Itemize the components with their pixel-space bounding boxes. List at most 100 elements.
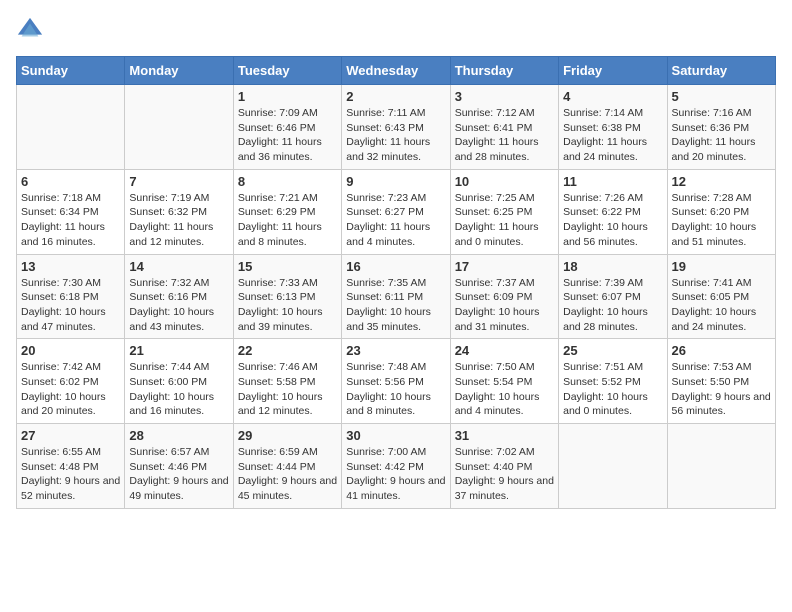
calendar-cell: 25 Sunrise: 7:51 AM Sunset: 5:52 PM Dayli… <box>559 339 667 424</box>
calendar-cell: 1 Sunrise: 7:09 AM Sunset: 6:46 PM Daylig… <box>233 85 341 170</box>
day-number: 5 <box>672 89 771 104</box>
day-info: Sunrise: 6:59 AM Sunset: 4:44 PM Dayligh… <box>238 445 337 504</box>
calendar-cell: 11Sunrise: 7:26 AM Sunset: 6:22 PM Dayli… <box>559 169 667 254</box>
header-sunday: Sunday <box>17 57 125 85</box>
day-info: Sunrise: 7:35 AM Sunset: 6:11 PM Dayligh… <box>346 276 445 335</box>
day-info: Sunrise: 7:32 AM Sunset: 6:16 PM Dayligh… <box>129 276 228 335</box>
day-info: Sunrise: 7:00 AM Sunset: 4:42 PM Dayligh… <box>346 445 445 504</box>
calendar-cell: 17Sunrise: 7:37 AM Sunset: 6:09 PM Dayli… <box>450 254 558 339</box>
calendar-cell: 10 Sunrise: 7:25 AM Sunset: 6:25 PM Dayli… <box>450 169 558 254</box>
day-info: Sunrise: 7:19 AM Sunset: 6:32 PM Dayligh… <box>129 191 228 250</box>
day-number: 28 <box>129 428 228 443</box>
calendar-header-row: SundayMondayTuesdayWednesdayThursdayFrid… <box>17 57 776 85</box>
day-info: Sunrise: 7:25 AM Sunset: 6:25 PM Dayligh… <box>455 191 554 250</box>
logo-icon <box>16 16 44 44</box>
day-info: Sunrise: 7:33 AM Sunset: 6:13 PM Dayligh… <box>238 276 337 335</box>
calendar-cell: 24 Sunrise: 7:50 AM Sunset: 5:54 PM Dayli… <box>450 339 558 424</box>
day-info: Sunrise: 7:18 AM Sunset: 6:34 PM Dayligh… <box>21 191 120 250</box>
day-number: 30 <box>346 428 445 443</box>
day-info: Sunrise: 7:14 AM Sunset: 6:38 PM Dayligh… <box>563 106 662 165</box>
calendar-cell: 9 Sunrise: 7:23 AM Sunset: 6:27 PM Daylig… <box>342 169 450 254</box>
day-number: 9 <box>346 174 445 189</box>
day-number: 29 <box>238 428 337 443</box>
day-number: 2 <box>346 89 445 104</box>
day-info: Sunrise: 7:53 AM Sunset: 5:50 PM Dayligh… <box>672 360 771 419</box>
day-info: Sunrise: 7:50 AM Sunset: 5:54 PM Dayligh… <box>455 360 554 419</box>
day-info: Sunrise: 6:55 AM Sunset: 4:48 PM Dayligh… <box>21 445 120 504</box>
day-number: 1 <box>238 89 337 104</box>
day-number: 18 <box>563 259 662 274</box>
calendar-week-2: 13Sunrise: 7:30 AM Sunset: 6:18 PM Dayli… <box>17 254 776 339</box>
day-info: Sunrise: 6:57 AM Sunset: 4:46 PM Dayligh… <box>129 445 228 504</box>
calendar-cell: 15 Sunrise: 7:33 AM Sunset: 6:13 PM Dayli… <box>233 254 341 339</box>
calendar-cell: 22Sunrise: 7:46 AM Sunset: 5:58 PM Dayli… <box>233 339 341 424</box>
calendar-cell: 16 Sunrise: 7:35 AM Sunset: 6:11 PM Dayli… <box>342 254 450 339</box>
calendar-cell: 8 Sunrise: 7:21 AM Sunset: 6:29 PM Daylig… <box>233 169 341 254</box>
header-monday: Monday <box>125 57 233 85</box>
calendar-cell: 13Sunrise: 7:30 AM Sunset: 6:18 PM Dayli… <box>17 254 125 339</box>
calendar-table: SundayMondayTuesdayWednesdayThursdayFrid… <box>16 56 776 509</box>
day-number: 25 <box>563 343 662 358</box>
day-info: Sunrise: 7:02 AM Sunset: 4:40 PM Dayligh… <box>455 445 554 504</box>
day-number: 12 <box>672 174 771 189</box>
day-number: 23 <box>346 343 445 358</box>
calendar-cell: 21 Sunrise: 7:44 AM Sunset: 6:00 PM Dayli… <box>125 339 233 424</box>
day-info: Sunrise: 7:51 AM Sunset: 5:52 PM Dayligh… <box>563 360 662 419</box>
day-info: Sunrise: 7:26 AM Sunset: 6:22 PM Dayligh… <box>563 191 662 250</box>
day-info: Sunrise: 7:12 AM Sunset: 6:41 PM Dayligh… <box>455 106 554 165</box>
calendar-cell: 5 Sunrise: 7:16 AM Sunset: 6:36 PM Daylig… <box>667 85 775 170</box>
calendar-cell: 2 Sunrise: 7:11 AM Sunset: 6:43 PM Daylig… <box>342 85 450 170</box>
calendar-cell: 27 Sunrise: 6:55 AM Sunset: 4:48 PM Dayli… <box>17 424 125 509</box>
day-number: 19 <box>672 259 771 274</box>
calendar-cell: 31 Sunrise: 7:02 AM Sunset: 4:40 PM Dayli… <box>450 424 558 509</box>
calendar-cell: 6 Sunrise: 7:18 AM Sunset: 6:34 PM Daylig… <box>17 169 125 254</box>
calendar-cell: 29 Sunrise: 6:59 AM Sunset: 4:44 PM Dayli… <box>233 424 341 509</box>
day-info: Sunrise: 7:46 AM Sunset: 5:58 PM Dayligh… <box>238 360 337 419</box>
calendar-cell: 12 Sunrise: 7:28 AM Sunset: 6:20 PM Dayli… <box>667 169 775 254</box>
day-info: Sunrise: 7:21 AM Sunset: 6:29 PM Dayligh… <box>238 191 337 250</box>
day-number: 8 <box>238 174 337 189</box>
day-number: 3 <box>455 89 554 104</box>
header-tuesday: Tuesday <box>233 57 341 85</box>
day-info: Sunrise: 7:09 AM Sunset: 6:46 PM Dayligh… <box>238 106 337 165</box>
day-info: Sunrise: 7:11 AM Sunset: 6:43 PM Dayligh… <box>346 106 445 165</box>
header-wednesday: Wednesday <box>342 57 450 85</box>
day-info: Sunrise: 7:39 AM Sunset: 6:07 PM Dayligh… <box>563 276 662 335</box>
calendar-cell <box>559 424 667 509</box>
day-number: 4 <box>563 89 662 104</box>
day-number: 27 <box>21 428 120 443</box>
calendar-cell: 20 Sunrise: 7:42 AM Sunset: 6:02 PM Dayli… <box>17 339 125 424</box>
day-number: 15 <box>238 259 337 274</box>
day-number: 31 <box>455 428 554 443</box>
day-info: Sunrise: 7:28 AM Sunset: 6:20 PM Dayligh… <box>672 191 771 250</box>
day-number: 26 <box>672 343 771 358</box>
calendar-cell <box>17 85 125 170</box>
day-number: 17 <box>455 259 554 274</box>
day-info: Sunrise: 7:23 AM Sunset: 6:27 PM Dayligh… <box>346 191 445 250</box>
day-info: Sunrise: 7:16 AM Sunset: 6:36 PM Dayligh… <box>672 106 771 165</box>
day-number: 10 <box>455 174 554 189</box>
calendar-body: 1 Sunrise: 7:09 AM Sunset: 6:46 PM Daylig… <box>17 85 776 509</box>
day-number: 21 <box>129 343 228 358</box>
calendar-cell: 28 Sunrise: 6:57 AM Sunset: 4:46 PM Dayli… <box>125 424 233 509</box>
day-number: 20 <box>21 343 120 358</box>
calendar-week-3: 20 Sunrise: 7:42 AM Sunset: 6:02 PM Dayli… <box>17 339 776 424</box>
logo <box>16 16 48 44</box>
calendar-cell <box>667 424 775 509</box>
day-info: Sunrise: 7:48 AM Sunset: 5:56 PM Dayligh… <box>346 360 445 419</box>
day-number: 6 <box>21 174 120 189</box>
day-info: Sunrise: 7:41 AM Sunset: 6:05 PM Dayligh… <box>672 276 771 335</box>
day-number: 7 <box>129 174 228 189</box>
day-number: 24 <box>455 343 554 358</box>
day-number: 16 <box>346 259 445 274</box>
calendar-week-0: 1 Sunrise: 7:09 AM Sunset: 6:46 PM Daylig… <box>17 85 776 170</box>
calendar-cell: 26 Sunrise: 7:53 AM Sunset: 5:50 PM Dayli… <box>667 339 775 424</box>
calendar-cell: 18 Sunrise: 7:39 AM Sunset: 6:07 PM Dayli… <box>559 254 667 339</box>
header-thursday: Thursday <box>450 57 558 85</box>
calendar-cell: 14Sunrise: 7:32 AM Sunset: 6:16 PM Dayli… <box>125 254 233 339</box>
day-info: Sunrise: 7:42 AM Sunset: 6:02 PM Dayligh… <box>21 360 120 419</box>
day-info: Sunrise: 7:44 AM Sunset: 6:00 PM Dayligh… <box>129 360 228 419</box>
calendar-week-4: 27 Sunrise: 6:55 AM Sunset: 4:48 PM Dayli… <box>17 424 776 509</box>
header-saturday: Saturday <box>667 57 775 85</box>
page-header <box>16 16 776 44</box>
